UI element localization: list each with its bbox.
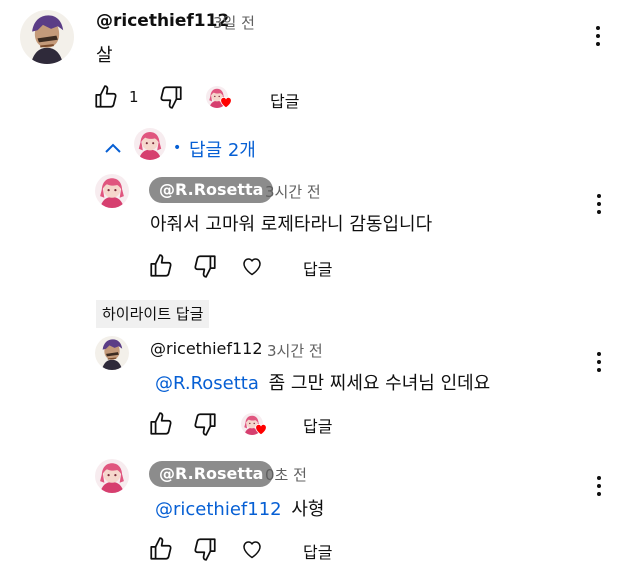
thumbs-down-icon[interactable] [158, 84, 184, 110]
reply-text-line: @ricethief112 사형 [155, 495, 324, 521]
reply-time[interactable]: 0초 전 [265, 464, 307, 485]
chevron-up-icon[interactable] [104, 139, 122, 158]
reply-time[interactable]: 3시간 전 [265, 181, 321, 202]
reply-author[interactable]: @ricethief112 [150, 339, 263, 358]
reply-text: 아줘서 고마워 로제타라니 감동입니다 [150, 214, 433, 235]
reply-button[interactable]: 답글 [270, 88, 299, 112]
thumbs-up-icon[interactable] [93, 84, 119, 110]
reply-text: 사형 [291, 499, 325, 520]
mention-link[interactable]: @R.Rosetta [155, 373, 259, 394]
avatar[interactable] [95, 459, 129, 493]
reply-text: 좀 그만 찌세요 수녀님 인데요 [268, 373, 491, 394]
reply-author-chip[interactable]: @R.Rosetta [149, 461, 274, 487]
mention-link[interactable]: @ricethief112 [155, 499, 282, 520]
thumbs-up-icon[interactable] [148, 536, 174, 562]
heart-icon[interactable] [240, 254, 264, 278]
heart-icon[interactable] [240, 537, 264, 561]
reply-text-line: @R.Rosetta 좀 그만 찌세요 수녀님 인데요 [155, 369, 490, 395]
comment-time[interactable]: 3일 전 [213, 12, 255, 33]
more-vert-icon[interactable] [589, 472, 609, 500]
reply-preview-avatar [134, 128, 166, 160]
reply-button[interactable]: 답글 [303, 413, 332, 437]
avatar[interactable] [95, 174, 129, 208]
thumbs-up-icon[interactable] [148, 411, 174, 437]
reply-button[interactable]: 답글 [303, 539, 332, 563]
reply-author-chip[interactable]: @R.Rosetta [149, 177, 274, 203]
comment-author[interactable]: @ricethief112 [96, 11, 229, 31]
reply-time[interactable]: 3시간 전 [267, 340, 323, 361]
avatar[interactable] [20, 10, 74, 64]
avatar[interactable] [95, 336, 129, 370]
thumbs-down-icon[interactable] [192, 536, 218, 562]
thumbs-up-icon[interactable] [148, 253, 174, 279]
replies-toggle-button[interactable]: 답글 2개 [189, 136, 256, 162]
more-vert-icon[interactable] [589, 190, 609, 218]
comment-text: 살 [96, 45, 113, 66]
more-vert-icon[interactable] [588, 22, 608, 50]
creator-heart-badge [206, 84, 236, 112]
heart-icon [253, 421, 269, 441]
more-vert-icon[interactable] [589, 348, 609, 376]
like-count: 1 [129, 88, 139, 106]
creator-heart-badge [241, 411, 271, 439]
heart-icon [218, 94, 234, 114]
highlighted-reply-label: 하이라이트 답글 [96, 300, 210, 328]
separator-dot: • [173, 140, 182, 156]
reply-button[interactable]: 답글 [303, 256, 332, 280]
thumbs-down-icon[interactable] [192, 411, 218, 437]
thumbs-down-icon[interactable] [192, 253, 218, 279]
